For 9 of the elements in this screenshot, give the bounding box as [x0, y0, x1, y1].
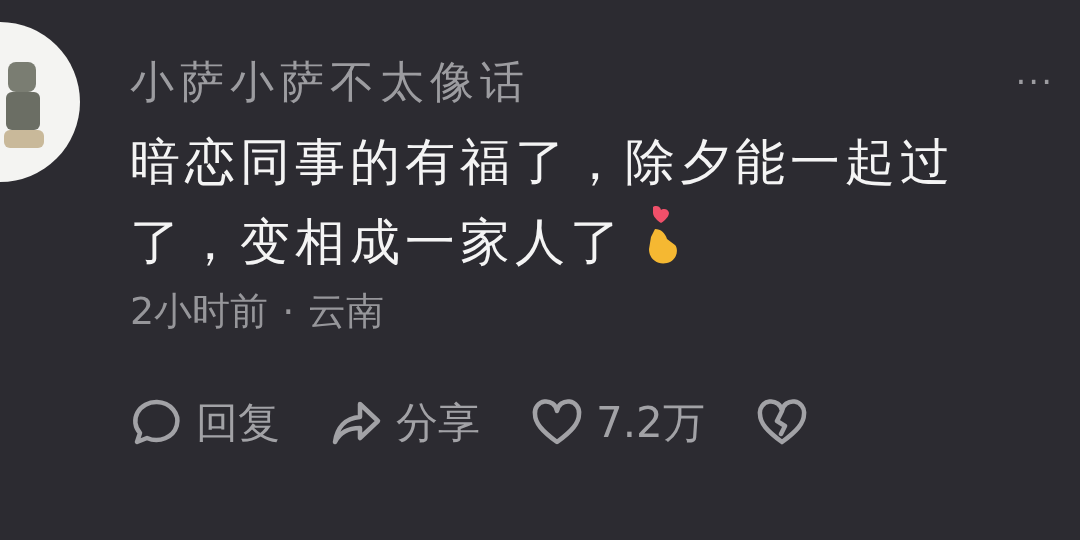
comment-text: 暗恋同事的有福了，除夕能一起过了，变相成一家人了: [130, 132, 956, 273]
separator-dot: ·: [282, 289, 295, 334]
reply-button[interactable]: 回复: [130, 395, 280, 451]
share-button[interactable]: 分享: [330, 395, 480, 451]
location: 云南: [308, 288, 385, 335]
post-time: 2小时前: [130, 288, 269, 335]
more-button[interactable]: ···: [1015, 62, 1054, 102]
username[interactable]: 小萨小萨不太像话: [130, 52, 530, 112]
like-button[interactable]: 7.2万: [530, 395, 705, 451]
